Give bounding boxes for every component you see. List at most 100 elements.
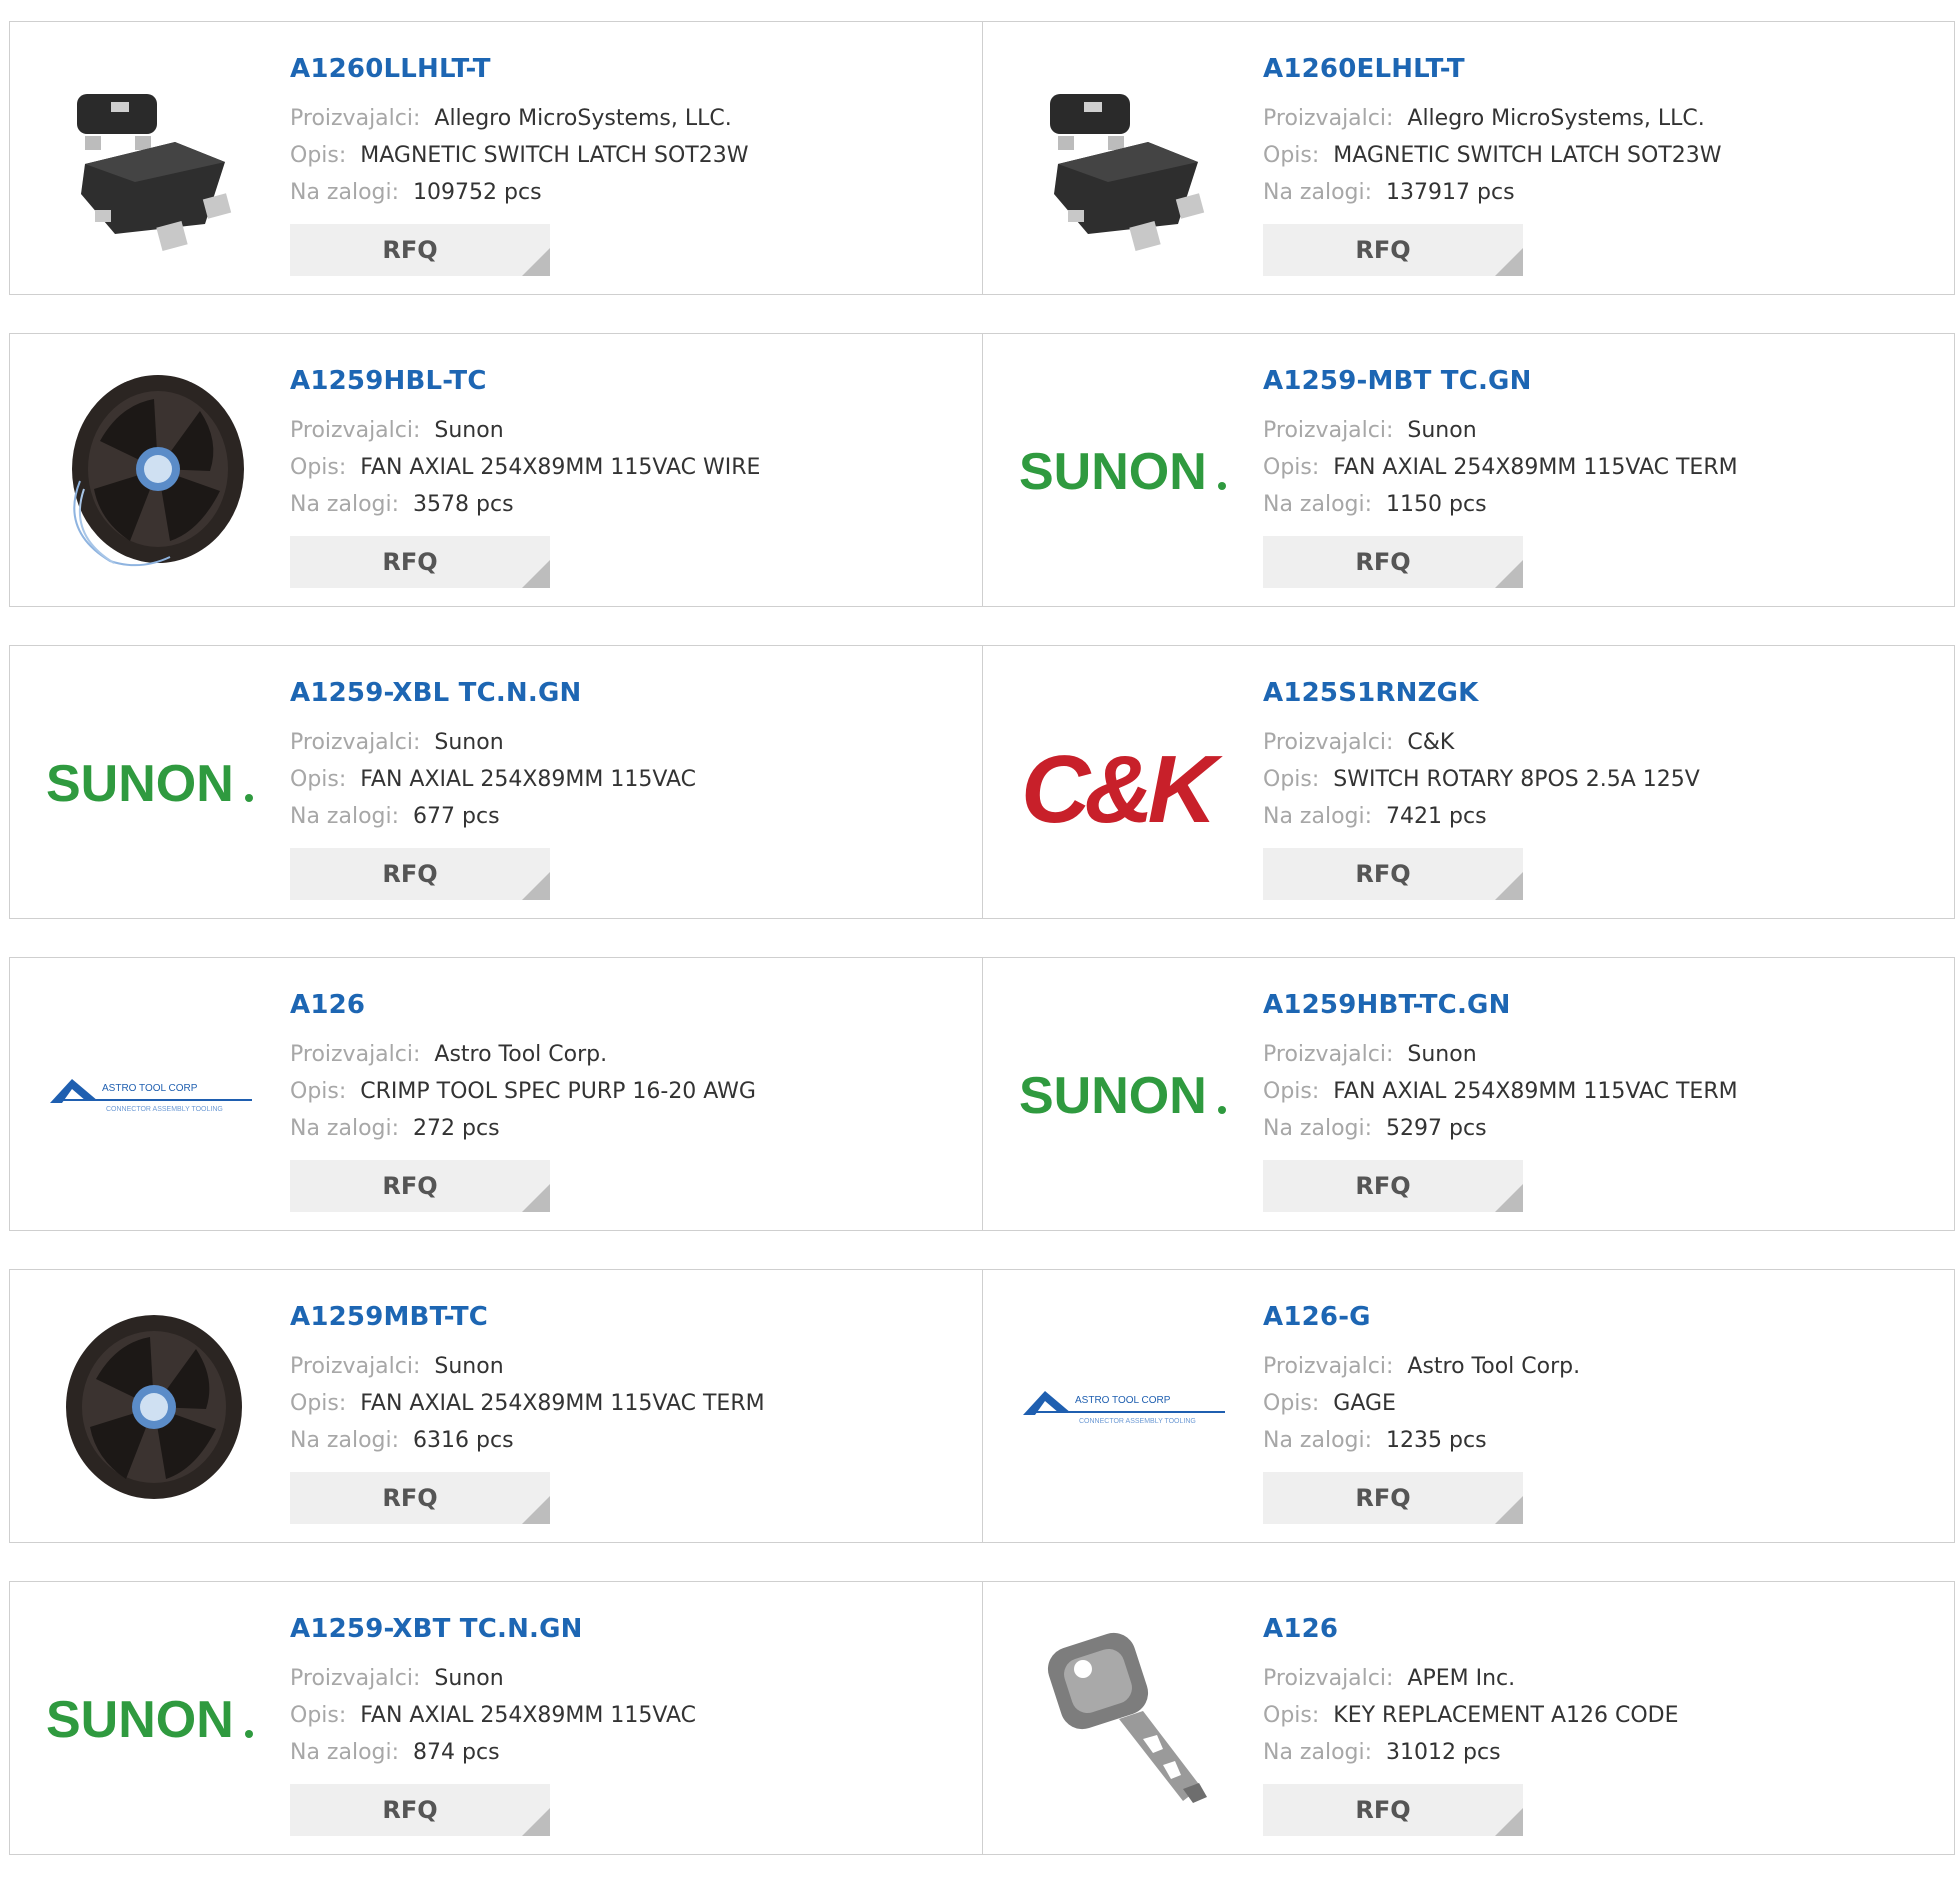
description-value: SWITCH ROTARY 8POS 2.5A 125V bbox=[1333, 767, 1700, 792]
rfq-button[interactable]: RFQ bbox=[290, 224, 550, 276]
description-line: Opis: CRIMP TOOL SPEC PURP 16-20 AWG bbox=[290, 1073, 756, 1110]
rfq-corner-icon bbox=[1495, 248, 1523, 276]
rfq-button[interactable]: RFQ bbox=[1263, 1472, 1523, 1524]
rfq-button[interactable]: RFQ bbox=[290, 1472, 550, 1524]
product-part-link[interactable]: A1259-XBT TC.N.GN bbox=[290, 1612, 696, 1646]
astro-tool-logo-icon: ASTRO TOOL CORP CONNECTOR ASSEMBLY TOOLI… bbox=[1023, 1391, 1225, 1425]
astro-tool-logo-icon: ASTRO TOOL CORP CONNECTOR ASSEMBLY TOOLI… bbox=[50, 1079, 252, 1113]
manufacturer-value: Sunon bbox=[1407, 418, 1477, 443]
manufacturer-label: Proizvajalci: bbox=[290, 106, 421, 131]
rfq-button[interactable]: RFQ bbox=[1263, 1784, 1523, 1836]
rfq-button[interactable]: RFQ bbox=[1263, 1160, 1523, 1212]
product-info: A1259-XBL TC.N.GN Proizvajalci: Sunon Opi… bbox=[290, 676, 696, 900]
stock-line: Na zalogi: 1235 pcs bbox=[1263, 1422, 1580, 1459]
rfq-button[interactable]: RFQ bbox=[1263, 536, 1523, 588]
rfq-corner-icon bbox=[522, 560, 550, 588]
rfq-button[interactable]: RFQ bbox=[290, 848, 550, 900]
product-card: C&K A125S1RNZGK Proizvajalci: C&K Opis: SW… bbox=[982, 646, 1954, 918]
description-value: GAGE bbox=[1333, 1391, 1396, 1416]
sunon-logo-text: SUNON bbox=[46, 755, 234, 813]
description-line: Opis: KEY REPLACEMENT A126 CODE bbox=[1263, 1697, 1679, 1734]
manufacturer-line: Proizvajalci: Sunon bbox=[290, 1348, 765, 1385]
manufacturer-line: Proizvajalci: APEM Inc. bbox=[1263, 1660, 1679, 1697]
description-value: FAN AXIAL 254X89MM 115VAC WIRE bbox=[360, 455, 761, 480]
astro-logo-line1: ASTRO TOOL CORP bbox=[1075, 1395, 1171, 1406]
product-image[interactable] bbox=[1019, 60, 1227, 258]
rfq-corner-icon bbox=[522, 1184, 550, 1212]
rfq-button[interactable]: RFQ bbox=[1263, 848, 1523, 900]
rfq-button[interactable]: RFQ bbox=[1263, 224, 1523, 276]
description-line: Opis: SWITCH ROTARY 8POS 2.5A 125V bbox=[1263, 761, 1700, 798]
rfq-corner-icon bbox=[1495, 1496, 1523, 1524]
description-value: FAN AXIAL 254X89MM 115VAC bbox=[360, 767, 696, 792]
rfq-button-label: RFQ bbox=[1355, 1172, 1411, 1200]
stock-label: Na zalogi: bbox=[290, 492, 400, 517]
description-line: Opis: FAN AXIAL 254X89MM 115VAC TERM bbox=[1263, 1073, 1738, 1110]
product-image[interactable]: ASTRO TOOL CORP CONNECTOR ASSEMBLY TOOLI… bbox=[1019, 1308, 1227, 1506]
description-label: Opis: bbox=[290, 143, 347, 168]
stock-label: Na zalogi: bbox=[290, 1740, 400, 1765]
rfq-corner-icon bbox=[522, 872, 550, 900]
rfq-button[interactable]: RFQ bbox=[290, 1160, 550, 1212]
manufacturer-value: Sunon bbox=[1407, 1042, 1477, 1067]
rfq-button[interactable]: RFQ bbox=[290, 1784, 550, 1836]
product-image[interactable]: SUNON bbox=[1019, 996, 1227, 1194]
product-part-link[interactable]: A1259-MBT TC.GN bbox=[1263, 364, 1738, 398]
product-part-link[interactable]: A1259MBT-TC bbox=[290, 1300, 765, 1334]
product-part-link[interactable]: A1259HBT-TC.GN bbox=[1263, 988, 1738, 1022]
product-image[interactable]: SUNON bbox=[46, 1620, 254, 1818]
description-label: Opis: bbox=[1263, 1391, 1320, 1416]
product-part-link[interactable]: A1260ELHLT-T bbox=[1263, 52, 1721, 86]
manufacturer-label: Proizvajalci: bbox=[290, 730, 421, 755]
stock-line: Na zalogi: 5297 pcs bbox=[1263, 1110, 1738, 1147]
rfq-button[interactable]: RFQ bbox=[290, 536, 550, 588]
stock-line: Na zalogi: 137917 pcs bbox=[1263, 174, 1721, 211]
product-image[interactable]: SUNON bbox=[46, 684, 254, 882]
manufacturer-line: Proizvajalci: Sunon bbox=[1263, 1036, 1738, 1073]
product-image[interactable]: ASTRO TOOL CORP CONNECTOR ASSEMBLY TOOLI… bbox=[46, 996, 254, 1194]
axial-fan-icon bbox=[72, 375, 244, 567]
stock-label: Na zalogi: bbox=[290, 1116, 400, 1141]
sot23-chip-icon bbox=[77, 94, 232, 251]
description-line: Opis: FAN AXIAL 254X89MM 115VAC WIRE bbox=[290, 449, 760, 486]
manufacturer-line: Proizvajalci: Sunon bbox=[290, 724, 696, 761]
product-part-link[interactable]: A126 bbox=[1263, 1612, 1679, 1646]
rfq-button-label: RFQ bbox=[1355, 1484, 1411, 1512]
product-card: SUNON A1259-XBT TC.N.GN Proizvajalci: Sun… bbox=[10, 1582, 982, 1854]
sot23-chip-icon bbox=[1050, 94, 1205, 251]
manufacturer-line: Proizvajalci: Sunon bbox=[290, 412, 760, 449]
product-part-link[interactable]: A126-G bbox=[1263, 1300, 1580, 1334]
description-line: Opis: FAN AXIAL 254X89MM 115VAC TERM bbox=[1263, 449, 1738, 486]
manufacturer-label: Proizvajalci: bbox=[290, 1042, 421, 1067]
product-part-link[interactable]: A126 bbox=[290, 988, 756, 1022]
rfq-corner-icon bbox=[1495, 1808, 1523, 1836]
manufacturer-line: Proizvajalci: Sunon bbox=[290, 1660, 696, 1697]
stock-value: 6316 pcs bbox=[413, 1428, 514, 1453]
product-image[interactable] bbox=[46, 372, 254, 570]
manufacturer-label: Proizvajalci: bbox=[1263, 1354, 1394, 1379]
product-image[interactable] bbox=[46, 60, 254, 258]
product-part-link[interactable]: A1259-XBL TC.N.GN bbox=[290, 676, 696, 710]
rfq-button-label: RFQ bbox=[382, 1172, 438, 1200]
manufacturer-label: Proizvajalci: bbox=[290, 418, 421, 443]
product-card: ASTRO TOOL CORP CONNECTOR ASSEMBLY TOOLI… bbox=[982, 1270, 1954, 1542]
stock-label: Na zalogi: bbox=[1263, 492, 1373, 517]
product-part-link[interactable]: A125S1RNZGK bbox=[1263, 676, 1700, 710]
product-info: A1259-XBT TC.N.GN Proizvajalci: Sunon Opi… bbox=[290, 1612, 696, 1836]
product-image[interactable]: SUNON bbox=[1019, 372, 1227, 570]
ck-logo-text: C&K bbox=[1021, 736, 1224, 838]
product-row: A1259MBT-TC Proizvajalci: Sunon Opis: FAN … bbox=[9, 1269, 1955, 1543]
product-image[interactable] bbox=[46, 1308, 254, 1506]
stock-line: Na zalogi: 109752 pcs bbox=[290, 174, 748, 211]
product-part-link[interactable]: A1259HBL-TC bbox=[290, 364, 760, 398]
description-label: Opis: bbox=[1263, 455, 1320, 480]
description-label: Opis: bbox=[290, 455, 347, 480]
product-image[interactable] bbox=[1019, 1620, 1227, 1818]
product-row: A1260LLHLT-T Proizvajalci: Allegro MicroS… bbox=[9, 21, 1955, 295]
stock-value: 1150 pcs bbox=[1386, 492, 1487, 517]
stock-line: Na zalogi: 874 pcs bbox=[290, 1734, 696, 1771]
product-part-link[interactable]: A1260LLHLT-T bbox=[290, 52, 748, 86]
manufacturer-line: Proizvajalci: Allegro MicroSystems, LLC. bbox=[290, 100, 748, 137]
product-image[interactable]: C&K bbox=[1019, 684, 1227, 882]
rfq-button-label: RFQ bbox=[1355, 236, 1411, 264]
